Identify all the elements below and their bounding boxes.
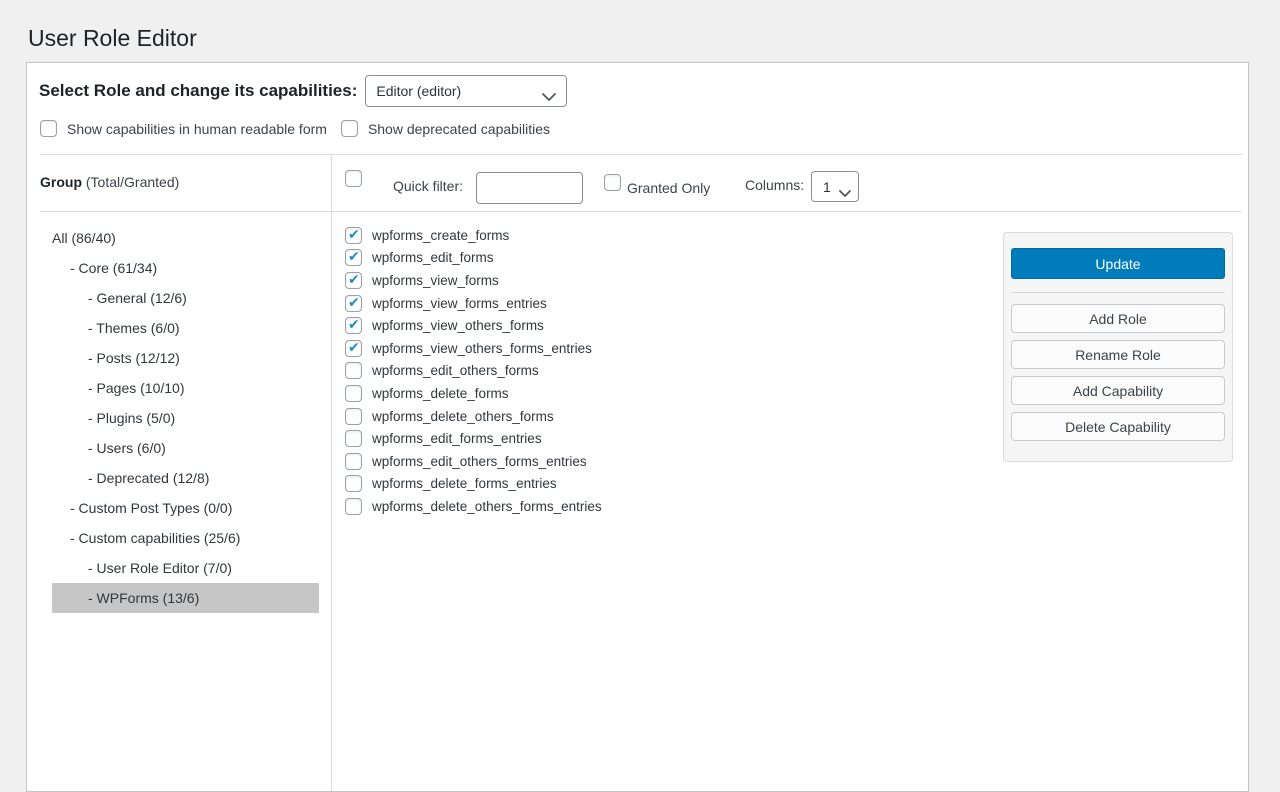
capability-row: wpforms_edit_others_forms_entries xyxy=(345,450,602,473)
group-header: Group (Total/Granted) xyxy=(40,174,179,190)
capability-checkbox[interactable] xyxy=(345,408,362,425)
chevron-down-icon xyxy=(542,88,556,104)
capability-checkbox[interactable] xyxy=(345,453,362,470)
group-item-all[interactable]: All (86/40) xyxy=(52,223,319,253)
capability-checkbox[interactable] xyxy=(345,498,362,515)
capability-name: wpforms_edit_others_forms_entries xyxy=(372,454,587,469)
capability-checkbox[interactable] xyxy=(345,340,362,357)
capability-checkbox[interactable] xyxy=(345,249,362,266)
quick-filter-label: Quick filter: xyxy=(393,178,463,194)
group-item-custom-post-types[interactable]: - Custom Post Types (0/0) xyxy=(52,493,319,523)
capability-name: wpforms_create_forms xyxy=(372,228,509,243)
group-item-themes[interactable]: - Themes (6/0) xyxy=(52,313,319,343)
capability-name: wpforms_delete_others_forms_entries xyxy=(372,499,602,514)
actions-panel: Update Add Role Rename Role Add Capabili… xyxy=(1003,232,1233,462)
groups-tree: All (86/40) - Core (61/34) - General (12… xyxy=(27,223,331,613)
capability-row: wpforms_delete_others_forms_entries xyxy=(345,495,602,518)
capability-checkbox[interactable] xyxy=(345,430,362,447)
quick-filter-input[interactable] xyxy=(476,172,583,204)
display-options-row: Show capabilities in human readable form… xyxy=(40,120,550,137)
capability-row: wpforms_view_others_forms_entries xyxy=(345,337,602,360)
main-panel: Select Role and change its capabilities:… xyxy=(26,62,1249,792)
group-item-general[interactable]: - General (12/6) xyxy=(52,283,319,313)
role-select-value: Editor (editor) xyxy=(376,83,461,99)
capability-name: wpforms_delete_forms_entries xyxy=(372,476,557,491)
capability-name: wpforms_view_others_forms_entries xyxy=(372,341,592,356)
page-title: User Role Editor xyxy=(28,25,197,53)
capability-row: wpforms_delete_forms_entries xyxy=(345,473,602,496)
add-role-button[interactable]: Add Role xyxy=(1011,304,1225,333)
group-item-users[interactable]: - Users (6/0) xyxy=(52,433,319,463)
group-item-pages[interactable]: - Pages (10/10) xyxy=(52,373,319,403)
select-role-label: Select Role and change its capabilities: xyxy=(39,81,357,101)
columns-select-value: 1 xyxy=(823,179,831,195)
role-select-row: Select Role and change its capabilities:… xyxy=(39,75,567,107)
group-item-plugins[interactable]: - Plugins (5/0) xyxy=(52,403,319,433)
capability-row: wpforms_create_forms xyxy=(345,224,602,247)
granted-only-label: Granted Only xyxy=(627,180,710,196)
capability-name: wpforms_edit_forms xyxy=(372,250,494,265)
group-item-posts[interactable]: - Posts (12/12) xyxy=(52,343,319,373)
delete-capability-button[interactable]: Delete Capability xyxy=(1011,412,1225,441)
capability-checkbox[interactable] xyxy=(345,362,362,379)
columns-label: Columns: xyxy=(745,177,804,193)
rename-role-button[interactable]: Rename Role xyxy=(1011,340,1225,369)
capability-name: wpforms_view_forms xyxy=(372,273,499,288)
capability-checkbox[interactable] xyxy=(345,295,362,312)
human-readable-checkbox[interactable] xyxy=(40,120,57,137)
deprecated-checkbox[interactable] xyxy=(341,120,358,137)
capability-name: wpforms_view_others_forms xyxy=(372,318,544,333)
divider xyxy=(1011,292,1225,293)
capability-row: wpforms_view_forms xyxy=(345,269,602,292)
capability-name: wpforms_delete_others_forms xyxy=(372,409,554,424)
capability-row: wpforms_edit_others_forms xyxy=(345,360,602,383)
capability-checkbox[interactable] xyxy=(345,317,362,334)
columns-select[interactable]: 1 xyxy=(811,171,859,202)
group-item-wpforms[interactable]: - WPForms (13/6) xyxy=(52,583,319,613)
capability-name: wpforms_delete_forms xyxy=(372,386,509,401)
group-item-user-role-editor[interactable]: - User Role Editor (7/0) xyxy=(52,553,319,583)
capability-row: wpforms_view_others_forms xyxy=(345,314,602,337)
capability-row: wpforms_delete_forms xyxy=(345,382,602,405)
group-item-deprecated[interactable]: - Deprecated (12/8) xyxy=(52,463,319,493)
granted-only-checkbox[interactable] xyxy=(604,174,621,191)
group-item-core[interactable]: - Core (61/34) xyxy=(52,253,319,283)
capability-name: wpforms_edit_forms_entries xyxy=(372,431,542,446)
group-item-custom-capabilities[interactable]: - Custom capabilities (25/6) xyxy=(52,523,319,553)
add-capability-button[interactable]: Add Capability xyxy=(1011,376,1225,405)
capability-checkbox[interactable] xyxy=(345,475,362,492)
capability-name: wpforms_edit_others_forms xyxy=(372,363,539,378)
column-divider xyxy=(331,155,332,791)
deprecated-label: Show deprecated capabilities xyxy=(368,121,550,137)
filter-bar: Quick filter: Granted Only Columns: 1 xyxy=(332,155,1247,211)
capability-row: wpforms_edit_forms_entries xyxy=(345,427,602,450)
role-select[interactable]: Editor (editor) xyxy=(365,75,567,107)
capability-row: wpforms_view_forms_entries xyxy=(345,292,602,315)
update-button[interactable]: Update xyxy=(1011,248,1225,279)
capability-row: wpforms_delete_others_forms xyxy=(345,405,602,428)
human-readable-label: Show capabilities in human readable form xyxy=(67,121,327,137)
capability-checkbox[interactable] xyxy=(345,227,362,244)
capabilities-list: wpforms_create_forms wpforms_edit_forms … xyxy=(345,224,602,518)
capability-name: wpforms_view_forms_entries xyxy=(372,296,547,311)
capability-row: wpforms_edit_forms xyxy=(345,247,602,270)
chevron-down-icon xyxy=(839,184,851,200)
select-all-checkbox[interactable] xyxy=(345,170,362,187)
capability-checkbox[interactable] xyxy=(345,385,362,402)
divider xyxy=(40,211,1242,212)
capability-checkbox[interactable] xyxy=(345,272,362,289)
